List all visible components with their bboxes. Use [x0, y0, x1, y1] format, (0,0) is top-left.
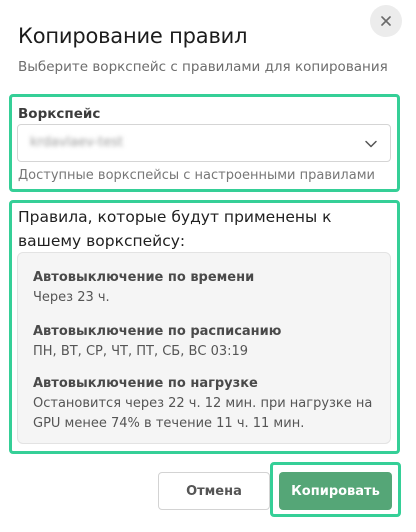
rule-text: ПН, ВТ, СР, ЧТ, ПТ, СБ, ВС 03:19 — [33, 344, 249, 359]
rule-title: Автовыключение по нагрузке — [33, 376, 258, 391]
workspace-selected-value: krdavlaev-test — [30, 135, 124, 150]
rule-title: Автовыключение по времени — [33, 270, 255, 285]
cancel-button[interactable]: Отмена — [158, 472, 270, 510]
workspace-helper-text: Доступные воркспейсы с настроенными прав… — [18, 168, 375, 183]
rules-card: Автовыключение по времени Через 23 ч. Ав… — [17, 252, 391, 444]
rule-title: Автовыключение по расписанию — [33, 324, 282, 339]
close-icon — [381, 16, 391, 26]
rule-text: Остановится через 22 ч. 12 мин. при нагр… — [33, 396, 373, 431]
rule-text: Через 23 ч. — [33, 290, 110, 305]
copy-rules-dialog: Копирование правил Выберите воркспейс с … — [0, 0, 416, 532]
close-button[interactable] — [370, 5, 402, 37]
copy-button[interactable]: Копировать — [279, 472, 392, 510]
dialog-subtitle: Выберите воркспейс с правилами для копир… — [18, 59, 388, 75]
rules-heading: Правила, которые будут применены к вашем… — [18, 208, 332, 250]
dialog-title: Копирование правил — [18, 24, 248, 48]
workspace-label: Воркспейс — [18, 106, 101, 122]
chevron-down-icon — [365, 140, 377, 148]
workspace-select[interactable]: krdavlaev-test — [17, 124, 391, 162]
